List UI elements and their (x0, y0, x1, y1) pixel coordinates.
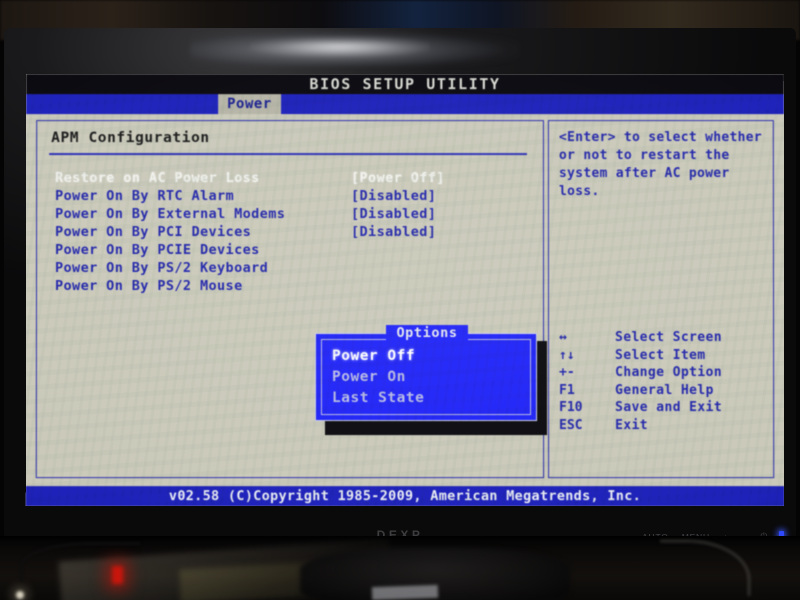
key-legend: ↔ Select Screen ↑↓ Select Item +- Change Opti… (555, 329, 769, 434)
legend-row: F10 Save and Exit (555, 399, 769, 417)
setting-row[interactable]: Power On By External Modems [Disabled] (49, 205, 533, 223)
legend-action: Select Item (615, 347, 706, 365)
legend-key: F1 (559, 382, 575, 400)
legend-action: Save and Exit (615, 399, 722, 417)
legend-key: F10 (559, 399, 583, 417)
legend-row: +- Change Option (555, 364, 769, 382)
options-popup-title: Options (316, 325, 538, 341)
bios-title-bar: BIOS SETUP UTILITY (26, 74, 784, 94)
setting-label: Power On By PCI Devices (55, 223, 251, 241)
setting-value[interactable]: [Disabled] (351, 187, 436, 205)
setting-row[interactable]: Power On By PS/2 Keyboard (49, 259, 533, 277)
legend-row: ↔ Select Screen (555, 329, 769, 347)
legend-key: ESC (559, 417, 583, 435)
page-title: APM Configuration (51, 130, 210, 146)
legend-key: +- (559, 364, 575, 382)
setting-label: Restore on AC Power Loss (55, 169, 260, 187)
setting-label: Power On By RTC Alarm (55, 187, 234, 205)
setting-label: Power On By PS/2 Keyboard (55, 259, 268, 277)
legend-row: ESC Exit (555, 417, 769, 435)
setting-label: Power On By External Modems (55, 205, 285, 223)
legend-row: F1 General Help (555, 382, 769, 400)
title-divider (49, 153, 527, 155)
setting-row[interactable]: Power On By PCIE Devices (49, 241, 533, 259)
monitor-bezel: BIOS SETUP UTILITY Power APM Configurati… (4, 28, 796, 538)
options-popup-item[interactable]: Power On (332, 367, 522, 388)
legend-row: ↑↓ Select Item (555, 347, 769, 365)
options-popup-item[interactable]: Power Off (332, 346, 522, 367)
photo-scene: BIOS SETUP UTILITY Power APM Configurati… (0, 0, 800, 600)
legend-action: General Help (615, 382, 714, 400)
settings-list: Restore on AC Power Loss [Power Off] Power… (49, 169, 533, 295)
bios-footer: v02.58 (C)Copyright 1985-2009, American … (26, 486, 785, 506)
setting-value[interactable]: [Disabled] (351, 223, 436, 241)
setting-value[interactable]: [Power Off] (351, 169, 445, 187)
tab-power[interactable]: Power (218, 94, 281, 114)
lcd-screen: BIOS SETUP UTILITY Power APM Configurati… (26, 74, 785, 506)
white-led-glow (16, 591, 24, 599)
bezel-glare-core (250, 36, 430, 56)
legend-key: ↔ (559, 329, 567, 347)
legend-action: Select Screen (615, 329, 722, 347)
bios-body: APM Configuration Restore on AC Power Lo… (26, 114, 784, 486)
cable-secondary (660, 540, 750, 596)
setting-label: Power On By PS/2 Mouse (55, 277, 243, 295)
help-panel: <Enter> to select whether or not to rest… (548, 120, 774, 478)
bios-menu-bar: Power (26, 94, 784, 114)
setting-row[interactable]: Power On By PCI Devices [Disabled] (49, 223, 533, 241)
options-popup-item[interactable]: Last State (332, 388, 522, 409)
setting-row[interactable]: Power On By RTC Alarm [Disabled] (49, 187, 533, 205)
setting-value[interactable]: [Disabled] (351, 205, 436, 223)
setting-row[interactable]: Restore on AC Power Loss [Power Off] (49, 169, 533, 187)
legend-key: ↑↓ (559, 347, 575, 365)
setting-label: Power On By PCIE Devices (55, 241, 260, 259)
legend-action: Exit (615, 417, 648, 435)
desk-scene (0, 536, 800, 600)
desk-object-label (372, 585, 438, 600)
setting-row[interactable]: Power On By PS/2 Mouse (49, 277, 533, 295)
options-popup[interactable]: Options Power Off Power On Last State (315, 333, 537, 421)
legend-action: Change Option (615, 364, 722, 382)
cable (20, 542, 140, 582)
help-text: <Enter> to select whether or not to rest… (559, 129, 767, 201)
options-popup-list: Power Off Power On Last State (332, 346, 522, 409)
settings-panel: APM Configuration Restore on AC Power Lo… (36, 120, 544, 478)
